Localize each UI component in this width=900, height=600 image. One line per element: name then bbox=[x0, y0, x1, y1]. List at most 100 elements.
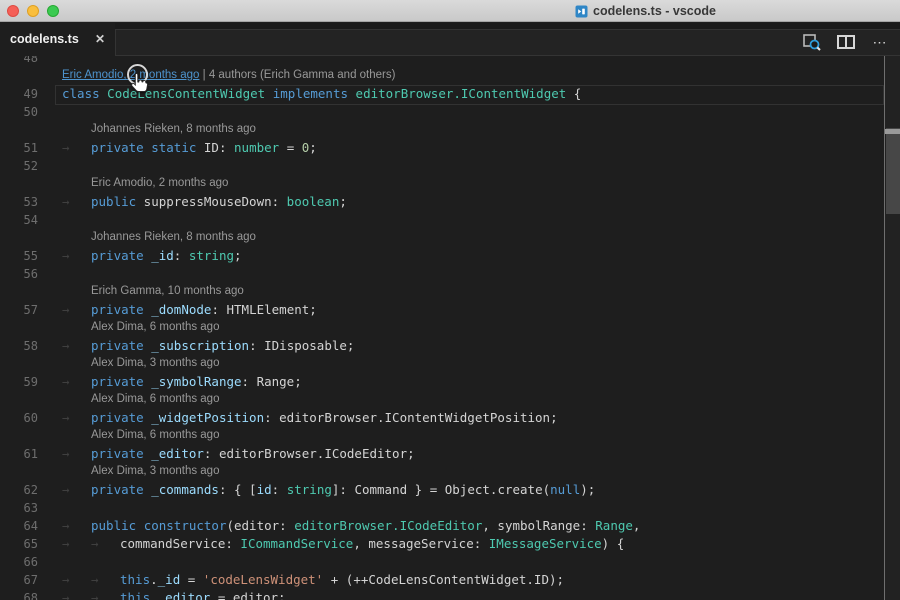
codelens-content: Alex Dima, 3 months ago bbox=[91, 355, 219, 372]
tab-codelens-ts[interactable]: codelens.ts ✕ bbox=[0, 23, 115, 56]
code-line[interactable]: 63 bbox=[0, 499, 900, 517]
split-editor-button[interactable] bbox=[836, 33, 856, 51]
token-fg: = bbox=[180, 572, 203, 587]
tab-whitespace-arrow-icon: → bbox=[62, 481, 91, 499]
codelens-text: Alex Dima, 6 months ago bbox=[91, 429, 219, 441]
codelens-text: Alex Dima, 6 months ago bbox=[91, 393, 219, 405]
code-text: →private _subscription: IDisposable; bbox=[62, 337, 354, 355]
token-kw: class bbox=[62, 86, 100, 101]
vertical-scrollbar-slider[interactable] bbox=[886, 128, 900, 214]
code-line[interactable]: 59→private _symbolRange: Range; bbox=[0, 373, 900, 391]
tab-whitespace-arrow-icon: → bbox=[62, 301, 91, 319]
code-text: →→this._editor = editor; bbox=[62, 589, 286, 600]
tab-whitespace-arrow-icon: → bbox=[62, 247, 91, 265]
code-line[interactable]: 60→private _widgetPosition: editorBrowse… bbox=[0, 409, 900, 427]
code-line[interactable]: 62→private _commands: { [id: string]: Co… bbox=[0, 481, 900, 499]
codelens-row[interactable]: Alex Dima, 6 months ago bbox=[0, 319, 900, 337]
codelens-row[interactable]: Alex Dima, 3 months ago bbox=[0, 355, 900, 373]
codelens-text: Erich Gamma, 10 months ago bbox=[91, 285, 244, 297]
token-fg: ) { bbox=[602, 536, 625, 551]
codelens-row[interactable]: Erich Gamma, 10 months ago bbox=[0, 283, 900, 301]
token-kw: this bbox=[120, 590, 150, 600]
code-text: →private _editor: editorBrowser.ICodeEdi… bbox=[62, 445, 415, 463]
token-fg: ]: Command } = Object.create( bbox=[332, 482, 550, 497]
token-fg: , bbox=[633, 518, 641, 533]
line-number: 59 bbox=[0, 373, 38, 391]
close-window-button[interactable] bbox=[7, 5, 19, 17]
code-line[interactable]: 56 bbox=[0, 265, 900, 283]
code-line[interactable]: 58→private _subscription: IDisposable; bbox=[0, 337, 900, 355]
token-fg: + (++CodeLensContentWidget.ID); bbox=[323, 572, 564, 587]
code-text: →public suppressMouseDown: boolean; bbox=[62, 193, 347, 211]
token-type: editorBrowser.ICodeEditor bbox=[294, 518, 482, 533]
codelens-row[interactable]: Johannes Rieken, 8 months ago bbox=[0, 121, 900, 139]
token-fg: . bbox=[150, 572, 158, 587]
code-line[interactable]: 61→private _editor: editorBrowser.ICodeE… bbox=[0, 445, 900, 463]
codelens-row[interactable]: Alex Dima, 6 months ago bbox=[0, 391, 900, 409]
codelens-row[interactable]: Alex Dima, 3 months ago bbox=[0, 463, 900, 481]
tab-whitespace-arrow-icon: → bbox=[62, 571, 91, 589]
code-text: →private _id: string; bbox=[62, 247, 242, 265]
editor[interactable]: 48Eric Amodio, 2 months ago | 4 authors … bbox=[0, 56, 900, 600]
tab-close-icon[interactable]: ✕ bbox=[95, 23, 105, 55]
zoom-window-button[interactable] bbox=[47, 5, 59, 17]
hand-cursor-icon bbox=[129, 72, 148, 94]
line-number: 51 bbox=[0, 139, 38, 157]
code-line[interactable]: 67→→this._id = 'codeLensWidget' + (++Cod… bbox=[0, 571, 900, 589]
codelens-row[interactable]: Johannes Rieken, 8 months ago bbox=[0, 229, 900, 247]
token-prop: id bbox=[257, 482, 272, 497]
codelens-text: Eric Amodio, 2 months ago bbox=[91, 177, 228, 189]
code-line[interactable]: 66 bbox=[0, 553, 900, 571]
ellipsis-icon: ⋯ bbox=[873, 37, 888, 47]
code-line[interactable]: 51→private static ID: number = 0; bbox=[0, 139, 900, 157]
code-text: →private _domNode: HTMLElement; bbox=[62, 301, 317, 319]
token-prop: _editor bbox=[158, 590, 211, 600]
token-prop: _id bbox=[158, 572, 181, 587]
code-line[interactable]: 68→→this._editor = editor; bbox=[0, 589, 900, 600]
tab-whitespace-arrow-icon: → bbox=[62, 589, 91, 600]
open-preview-button[interactable] bbox=[802, 33, 822, 51]
token-type: editorBrowser.IContentWidget bbox=[356, 86, 567, 101]
tab-whitespace-arrow-icon: → bbox=[91, 571, 120, 589]
token-fg: ; bbox=[309, 140, 317, 155]
tab-whitespace-arrow-icon: → bbox=[62, 373, 91, 391]
token-kw: public bbox=[91, 194, 136, 209]
code-text: →private _commands: { [id: string]: Comm… bbox=[62, 481, 595, 499]
codelens-content: Alex Dima, 3 months ago bbox=[91, 463, 219, 480]
code-line[interactable]: 54 bbox=[0, 211, 900, 229]
token-fg: ID: bbox=[196, 140, 234, 155]
tab-whitespace-arrow-icon: → bbox=[91, 589, 120, 600]
token-type: string bbox=[287, 482, 332, 497]
minimize-window-button[interactable] bbox=[27, 5, 39, 17]
line-number: 52 bbox=[0, 157, 38, 175]
token-kw: private bbox=[91, 446, 144, 461]
window-title: codelens.ts - vscode bbox=[593, 4, 716, 18]
token-fg: ); bbox=[580, 482, 595, 497]
code-line[interactable]: 50 bbox=[0, 103, 900, 121]
line-number: 48 bbox=[0, 56, 38, 67]
code-line[interactable]: 64→public constructor(editor: editorBrow… bbox=[0, 517, 900, 535]
token-fg: { bbox=[566, 86, 581, 101]
codelens-text: Johannes Rieken, 8 months ago bbox=[91, 231, 256, 243]
codelens-content: Johannes Rieken, 8 months ago bbox=[91, 229, 256, 246]
codelens-text: Johannes Rieken, 8 months ago bbox=[91, 123, 256, 135]
token-kw: private bbox=[91, 482, 144, 497]
more-actions-button[interactable]: ⋯ bbox=[870, 33, 890, 51]
codelens-row[interactable]: Eric Amodio, 2 months ago bbox=[0, 175, 900, 193]
codelens-row[interactable]: Alex Dima, 6 months ago bbox=[0, 427, 900, 445]
token-fg: = editor; bbox=[210, 590, 285, 600]
codelens-content: Johannes Rieken, 8 months ago bbox=[91, 121, 256, 138]
token-fg: , symbolRange: bbox=[482, 518, 595, 533]
code-text: →→commandService: ICommandService, messa… bbox=[62, 535, 624, 553]
code-line[interactable]: 65→→commandService: ICommandService, mes… bbox=[0, 535, 900, 553]
window-title-area: codelens.ts - vscode bbox=[575, 0, 716, 22]
editor-actions: ⋯ bbox=[802, 29, 890, 55]
tab-whitespace-arrow-icon: → bbox=[62, 517, 91, 535]
code-line[interactable]: 53→public suppressMouseDown: boolean; bbox=[0, 193, 900, 211]
code-line[interactable]: 55→private _id: string; bbox=[0, 247, 900, 265]
code-line[interactable]: 52 bbox=[0, 157, 900, 175]
code-line[interactable]: 57→private _domNode: HTMLElement; bbox=[0, 301, 900, 319]
token-fg: : { [ bbox=[219, 482, 257, 497]
token-kw: static bbox=[151, 140, 196, 155]
overview-ruler-cursor-marker bbox=[885, 129, 900, 134]
